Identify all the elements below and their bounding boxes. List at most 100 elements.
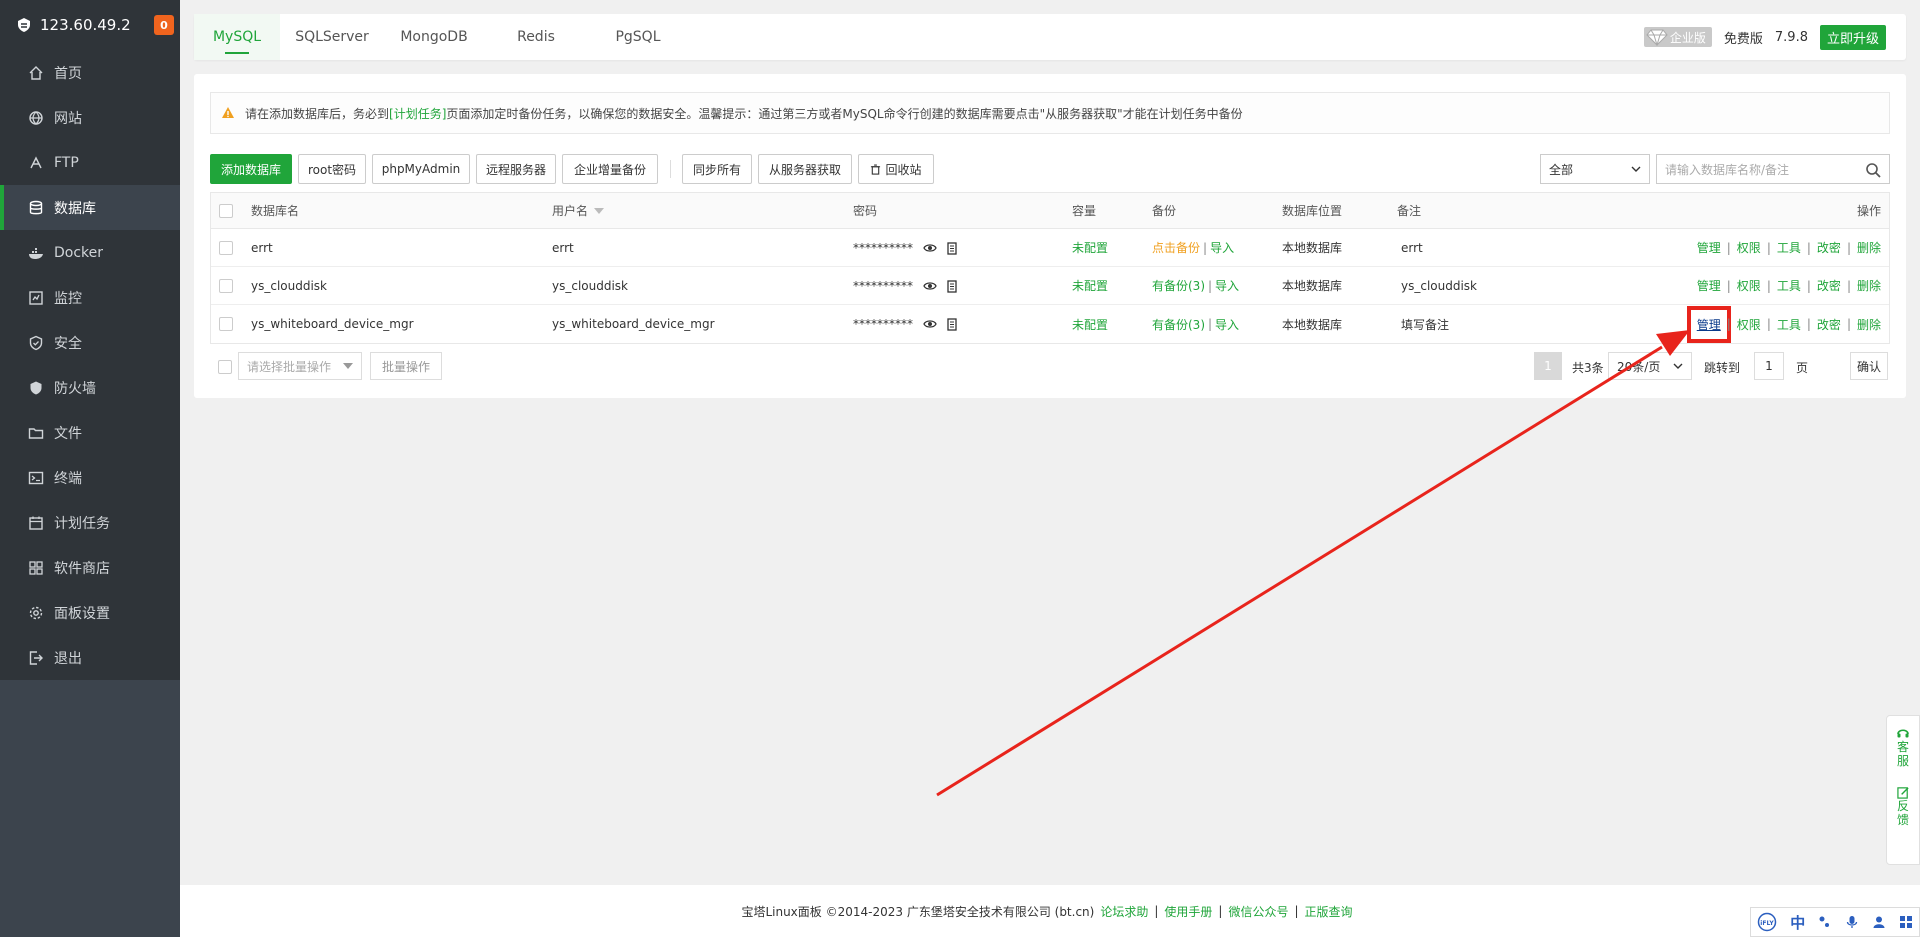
op-delete-link[interactable]: 删除 [1857, 239, 1881, 256]
cell-backup: 有备份(3) | 导入 [1152, 267, 1239, 304]
firewall-icon [28, 380, 44, 396]
op-permission-link[interactable]: 权限 [1737, 277, 1761, 294]
copy-icon[interactable] [945, 241, 959, 255]
page-size-select[interactable]: 20条/页 [1608, 352, 1692, 380]
cell-remark[interactable]: 填写备注 [1401, 305, 1449, 343]
sync-all-button[interactable]: 同步所有 [682, 154, 752, 184]
notification-badge[interactable]: 0 [154, 15, 174, 35]
sidebar-item-label: FTP [54, 154, 79, 171]
copy-icon[interactable] [945, 317, 959, 331]
import-link[interactable]: 导入 [1215, 316, 1239, 333]
bulk-action-select[interactable]: 请选择批量操作 [238, 352, 362, 380]
tab-redis[interactable]: Redis [484, 14, 588, 60]
footer-separator: | [1154, 904, 1159, 918]
sidebar-item-terminal[interactable]: 终端 [0, 455, 180, 500]
incremental-backup-button[interactable]: 企业增量备份 [562, 154, 658, 184]
sidebar-item-grid[interactable]: 软件商店 [0, 545, 180, 590]
remote-server-button[interactable]: 远程服务器 [476, 154, 556, 184]
sidebar-item-globe[interactable]: 网站 [0, 95, 180, 140]
tab-sqlserver[interactable]: SQLServer [280, 14, 384, 60]
sort-down-icon[interactable] [594, 207, 605, 214]
user-icon[interactable] [1872, 915, 1886, 929]
op-delete-link[interactable]: 删除 [1857, 277, 1881, 294]
apps-grid-icon[interactable] [1899, 915, 1913, 929]
sidebar-item-ftp[interactable]: FTP [0, 140, 180, 185]
notice-cron-link[interactable]: [计划任务] [389, 105, 446, 122]
cell-remark[interactable]: errt [1401, 229, 1423, 266]
sidebar-item-shield[interactable]: 安全 [0, 320, 180, 365]
backup-link[interactable]: 点击备份 [1152, 239, 1200, 256]
page-1-button[interactable]: 1 [1534, 352, 1562, 380]
footer-link-license[interactable]: 正版查询 [1305, 903, 1353, 920]
sidebar-item-folder[interactable]: 文件 [0, 410, 180, 455]
import-link[interactable]: 导入 [1215, 277, 1239, 294]
header-name[interactable]: 数据库名 [251, 193, 299, 228]
db-type-tabs: MySQL SQLServer MongoDB Redis PgSQL 企业版 … [194, 14, 1906, 60]
bulk-checkbox[interactable] [218, 360, 232, 374]
footer-link-manual[interactable]: 使用手册 [1164, 903, 1212, 920]
recycle-bin-button[interactable]: 回收站 [858, 154, 934, 184]
header-backup: 备份 [1152, 204, 1177, 218]
cell-capacity-link[interactable]: 未配置 [1072, 229, 1108, 266]
upgrade-button[interactable]: 立即升级 [1819, 24, 1886, 50]
ime-lang[interactable]: 中 [1790, 912, 1805, 933]
row-checkbox[interactable] [219, 317, 233, 331]
ime-logo-icon[interactable]: iFLY [1757, 912, 1777, 932]
backup-link[interactable]: 有备份(3) [1152, 316, 1205, 333]
op-delete-link[interactable]: 删除 [1857, 316, 1881, 333]
enterprise-badge[interactable]: 企业版 [1643, 27, 1712, 47]
sidebar-item-calendar[interactable]: 计划任务 [0, 500, 180, 545]
db-filter-select[interactable]: 全部 [1540, 154, 1650, 184]
cell-capacity-link[interactable]: 未配置 [1072, 305, 1108, 343]
customer-service-button[interactable]: 客 服 [1896, 716, 1910, 768]
op-tools-link[interactable]: 工具 [1777, 239, 1801, 256]
jump-input[interactable]: 1 [1754, 352, 1784, 380]
footer-link-forum[interactable]: 论坛求助 [1100, 903, 1148, 920]
op-manage-link[interactable]: 管理 [1686, 305, 1731, 343]
cell-capacity-link[interactable]: 未配置 [1072, 267, 1108, 304]
microphone-icon[interactable] [1845, 915, 1859, 929]
tab-pgsql[interactable]: PgSQL [588, 14, 688, 60]
add-database-button[interactable]: 添加数据库 [210, 154, 292, 184]
header-user[interactable]: 用户名 [552, 193, 605, 228]
feedback-button[interactable]: 反 馈 [1896, 768, 1910, 827]
root-password-button[interactable]: root密码 [298, 154, 366, 184]
op-permission-link[interactable]: 权限 [1737, 239, 1761, 256]
tab-mongodb[interactable]: MongoDB [384, 14, 484, 60]
eye-icon[interactable] [923, 241, 937, 255]
row-checkbox[interactable] [219, 278, 233, 293]
footer-link-wechat[interactable]: 微信公众号 [1228, 903, 1288, 920]
cell-remark[interactable]: ys_clouddisk [1401, 267, 1477, 304]
tab-mysql[interactable]: MySQL [194, 14, 280, 60]
search-input[interactable]: 请输入数据库名称/备注 [1656, 154, 1890, 184]
select-all-checkbox[interactable] [219, 203, 233, 218]
op-tools-link[interactable]: 工具 [1777, 316, 1801, 333]
sidebar-item-logout[interactable]: 退出 [0, 635, 180, 680]
row-checkbox[interactable] [219, 240, 233, 255]
sidebar-item-docker[interactable]: Docker [0, 230, 180, 275]
punctuation-icon[interactable] [1818, 915, 1832, 929]
eye-icon[interactable] [923, 279, 937, 293]
op-change-password-link[interactable]: 改密 [1817, 239, 1841, 256]
cell-username: errt [552, 240, 574, 255]
search-icon[interactable] [1865, 162, 1881, 178]
sidebar-item-database[interactable]: 数据库 [0, 185, 180, 230]
copy-icon[interactable] [945, 279, 959, 293]
op-tools-link[interactable]: 工具 [1777, 277, 1801, 294]
op-manage-link[interactable]: 管理 [1697, 277, 1721, 294]
jump-confirm-button[interactable]: 确认 [1850, 352, 1888, 380]
sidebar-item-firewall[interactable]: 防火墙 [0, 365, 180, 410]
backup-link[interactable]: 有备份(3) [1152, 277, 1205, 294]
op-permission-link[interactable]: 权限 [1737, 316, 1761, 333]
op-change-password-link[interactable]: 改密 [1817, 316, 1841, 333]
eye-icon[interactable] [923, 317, 937, 331]
op-manage-link[interactable]: 管理 [1697, 239, 1721, 256]
sidebar-item-home[interactable]: 首页 [0, 50, 180, 95]
bulk-action-button[interactable]: 批量操作 [370, 352, 442, 380]
sidebar-item-gear[interactable]: 面板设置 [0, 590, 180, 635]
fetch-from-server-button[interactable]: 从服务器获取 [758, 154, 852, 184]
sidebar-item-monitor[interactable]: 监控 [0, 275, 180, 320]
phpmyadmin-button[interactable]: phpMyAdmin [372, 154, 470, 184]
import-link[interactable]: 导入 [1210, 239, 1234, 256]
op-change-password-link[interactable]: 改密 [1817, 277, 1841, 294]
